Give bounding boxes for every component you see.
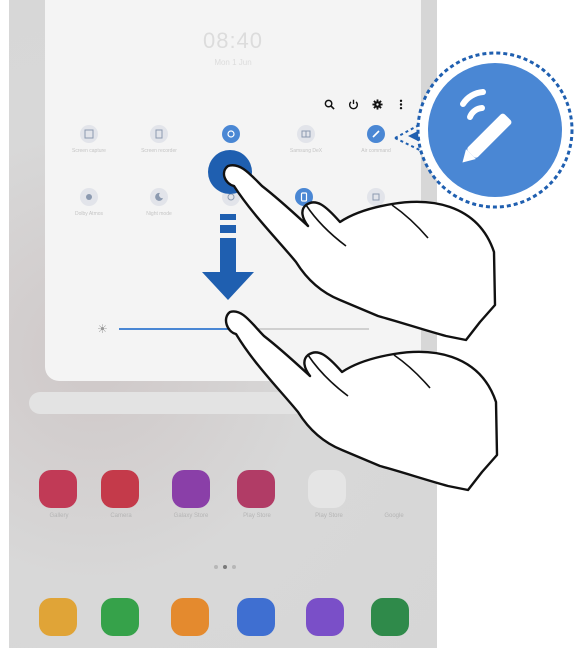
date: Mon 1 Jun (214, 58, 252, 67)
search-icon[interactable] (321, 96, 337, 112)
app-play-store-bag[interactable] (237, 470, 275, 508)
dual-screen-icon[interactable] (297, 125, 315, 143)
air-command-pen-icon (428, 63, 562, 197)
app-gallery[interactable] (39, 470, 77, 508)
night-mode-icon[interactable] (150, 188, 168, 206)
page-indicator-dot (232, 565, 236, 569)
quick-setting-label: Samsung DeX (289, 148, 323, 154)
tablet-device: Gallery Camera Galaxy Store Play Store P… (9, 0, 437, 648)
quick-panel: 08:40 Mon 1 Jun Screen capture Screen re… (45, 0, 421, 381)
app-label: Play Store (243, 513, 271, 519)
auto-rotate-icon[interactable] (222, 125, 240, 143)
contacts-icon[interactable] (171, 598, 209, 636)
quick-setting-label: Night mode (146, 211, 172, 217)
page-indicator-dot-active (223, 565, 227, 569)
clock: 08:40 (202, 28, 264, 53)
more-vertical-icon[interactable] (393, 96, 409, 112)
app-play-store[interactable] (308, 470, 346, 508)
calendar-icon[interactable] (371, 598, 409, 636)
app-label: Play Store (315, 513, 343, 519)
internet-icon[interactable] (306, 598, 344, 636)
dolby-icon[interactable] (80, 188, 98, 206)
brightness-slider-fill (119, 328, 251, 330)
folder-icon[interactable] (39, 598, 77, 636)
eye-comfort-icon[interactable] (222, 188, 240, 206)
search-bar[interactable] (29, 392, 424, 414)
app-label: Camera (110, 513, 132, 519)
quick-setting-label: Dolby Atmos (74, 211, 104, 217)
page-indicator-dot (214, 565, 218, 569)
phone-icon[interactable] (101, 598, 139, 636)
screen-recorder-icon[interactable] (150, 125, 168, 143)
quick-setting-label: Screen recorder (141, 148, 177, 154)
quick-setting-label: Air command (361, 148, 391, 154)
air-command-pen-icon[interactable] (367, 125, 385, 143)
app-galaxy-store[interactable] (172, 470, 210, 508)
screen-capture-icon[interactable] (80, 125, 98, 143)
panel-handle[interactable] (263, 370, 273, 372)
tablet-icon[interactable] (295, 188, 313, 206)
power-icon[interactable] (345, 96, 361, 112)
app-camera[interactable] (101, 470, 139, 508)
zoom-bubble-outline (416, 51, 574, 209)
brightness-slider-thumb[interactable] (245, 323, 256, 334)
app-label: Gallery (49, 513, 69, 519)
secure-folder-icon[interactable] (367, 188, 385, 206)
app-label: Galaxy Store (173, 513, 209, 519)
gear-icon[interactable] (369, 96, 385, 112)
app-label: Google (384, 513, 404, 519)
quick-setting-label: Screen capture (72, 148, 106, 154)
messages-icon[interactable] (237, 598, 275, 636)
brightness-icon: ☀ (97, 322, 108, 336)
